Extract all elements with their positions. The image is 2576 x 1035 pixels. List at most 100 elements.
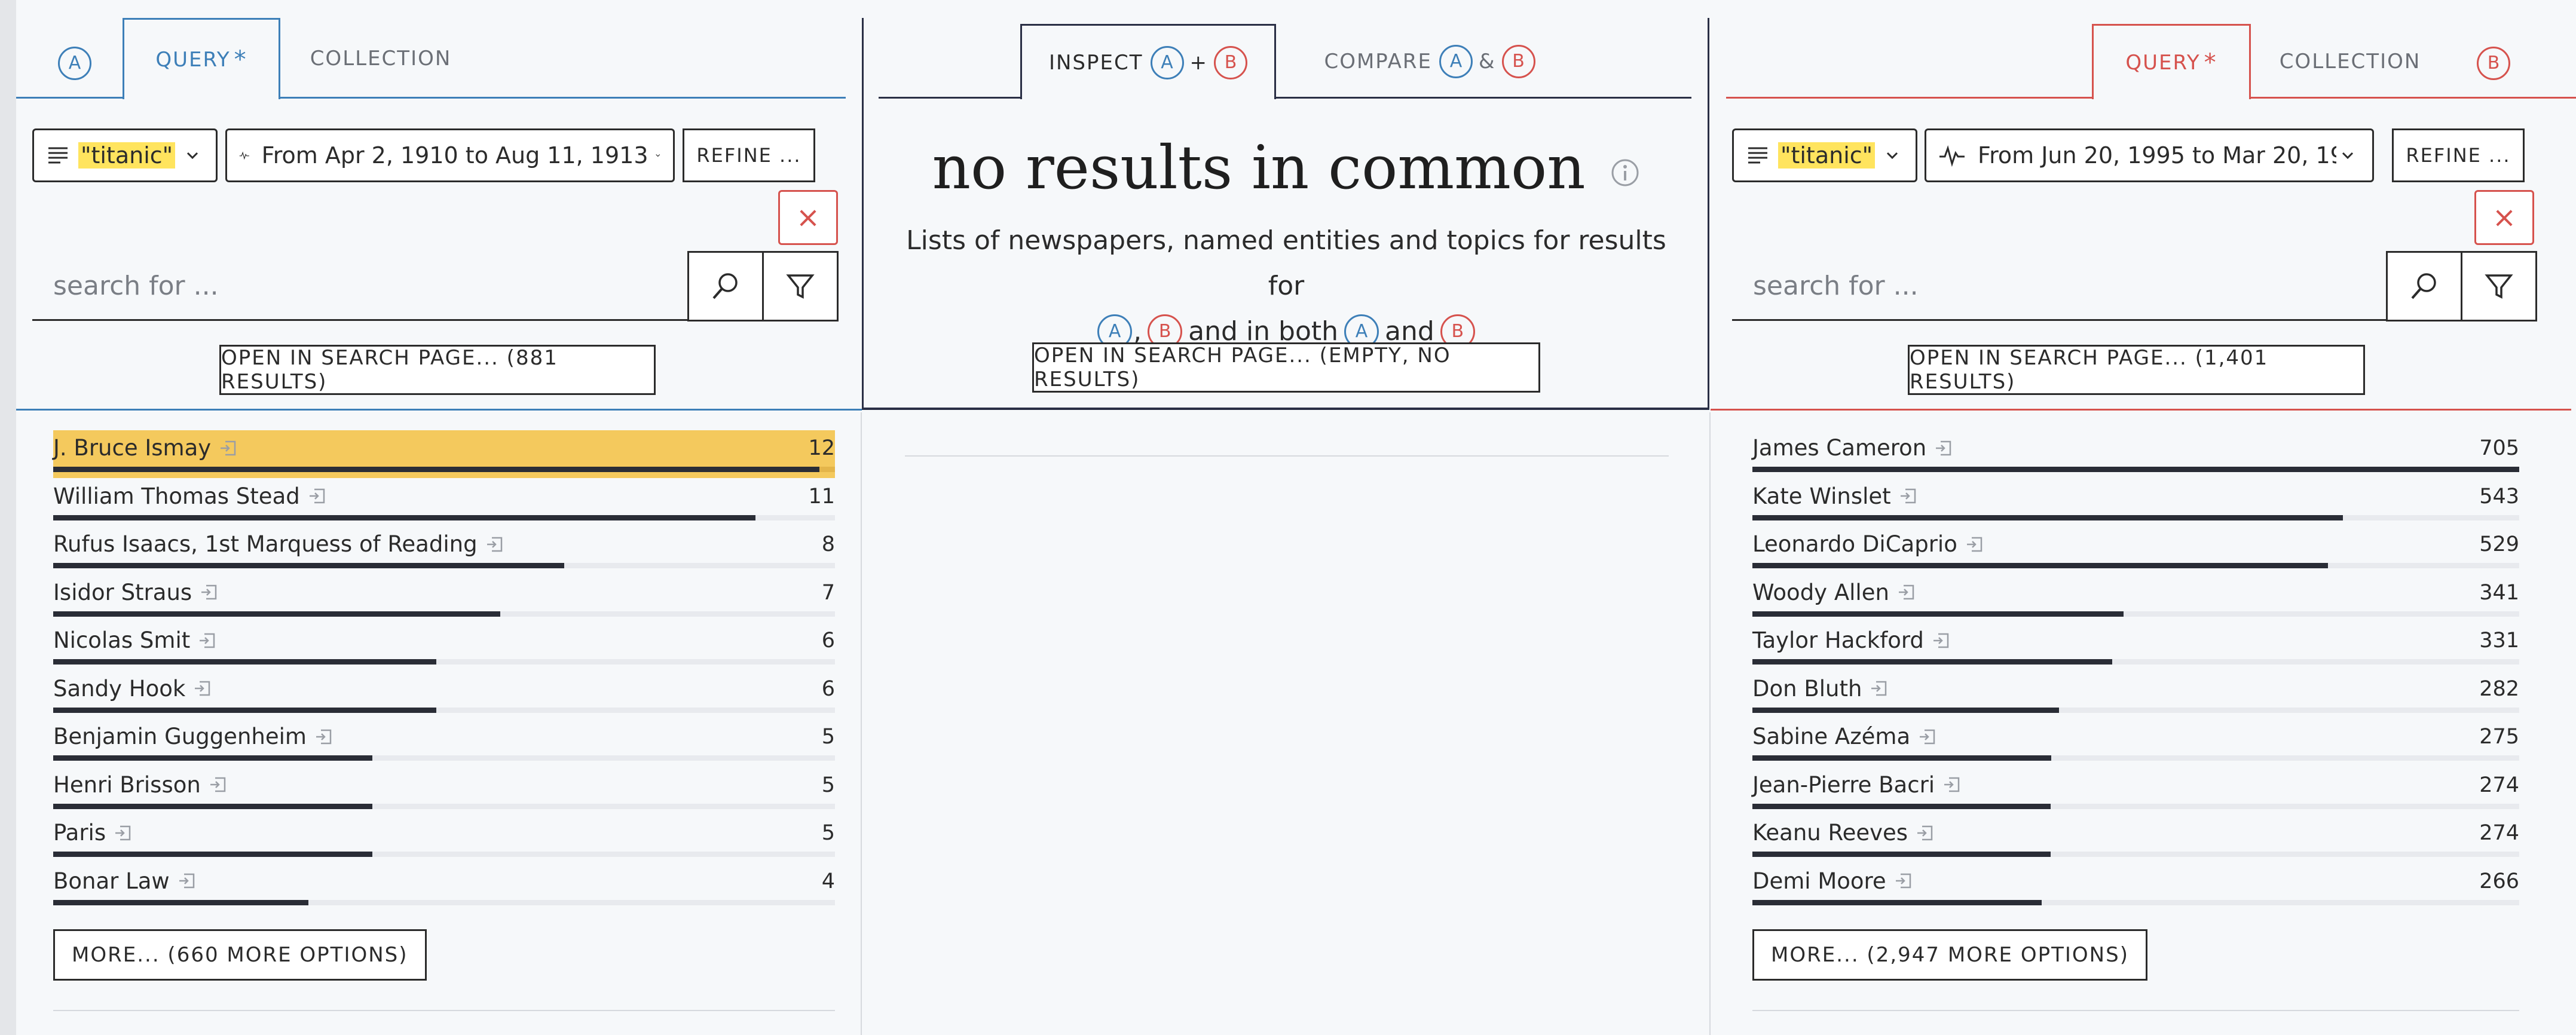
open-entity-icon[interactable] <box>199 582 219 602</box>
list-item-name: Woody Allen <box>1752 580 1917 605</box>
close-icon[interactable]: × <box>2474 190 2534 245</box>
open-entity-icon[interactable] <box>1933 438 1954 458</box>
open-search-button-b[interactable]: OPEN IN SEARCH PAGE... (1,401 RESULTS) <box>1908 345 2365 395</box>
list-item[interactable]: Woody Allen 341 <box>1752 575 2519 623</box>
list-item[interactable]: Isidor Straus 7 <box>53 575 835 623</box>
tab-query-a-label: QUERY <box>155 47 231 72</box>
date-range-dropdown-a[interactable]: From Apr 2, 1910 to Aug 11, 1913 <box>225 128 675 182</box>
panel-a-badge: A <box>58 47 91 80</box>
list-item-name: Taylor Hackford <box>1752 627 1951 653</box>
list-item[interactable]: Henri Brisson 5 <box>53 767 835 815</box>
open-entity-icon[interactable] <box>1917 727 1938 747</box>
query-term-dropdown-b[interactable]: "titanic" <box>1732 128 1917 182</box>
list-item[interactable]: Jean-Pierre Bacri 274 <box>1752 767 2519 815</box>
open-entity-icon[interactable] <box>1931 630 1951 651</box>
date-range-dropdown-b[interactable]: From Jun 20, 1995 to Mar 20, 1998 <box>1925 128 2374 182</box>
open-entity-icon[interactable] <box>177 871 197 891</box>
list-item-count: 282 <box>2479 676 2519 701</box>
query-term-a: "titanic" <box>78 142 176 169</box>
list-item-count: 12 <box>808 436 835 460</box>
tab-compare-a-badge: A <box>1439 45 1473 78</box>
list-item[interactable]: Sandy Hook 6 <box>53 671 835 719</box>
open-entity-icon[interactable] <box>1898 486 1919 506</box>
list-item[interactable]: Rufus Isaacs, 1st Marquess of Reading 8 <box>53 526 835 574</box>
pulse-icon <box>239 151 249 160</box>
list-item-bar <box>1752 755 2051 761</box>
list-item-bar <box>53 515 755 520</box>
tab-inspect[interactable]: INSPECT A + B <box>1020 24 1276 99</box>
panel-b-badge: B <box>2477 47 2510 80</box>
list-item-name: Sabine Azéma <box>1752 724 1938 749</box>
more-options-button-a[interactable]: MORE... (660 MORE OPTIONS) <box>53 929 427 981</box>
search-input-a[interactable] <box>32 270 705 301</box>
compare-description: Lists of newspapers, named entities and … <box>898 218 1675 354</box>
open-entity-icon[interactable] <box>314 727 334 747</box>
close-icon[interactable]: × <box>778 190 838 245</box>
list-item[interactable]: Bonar Law 4 <box>53 863 835 911</box>
list-item[interactable]: Nicolas Smit 6 <box>53 623 835 670</box>
list-item-name: Isidor Straus <box>53 580 219 605</box>
list-item[interactable]: Don Bluth 282 <box>1752 671 2519 719</box>
open-entity-icon[interactable] <box>192 678 213 699</box>
list-item[interactable]: James Cameron 705 <box>1752 430 2519 478</box>
open-entity-icon[interactable] <box>1893 871 1914 891</box>
list-item-count: 8 <box>821 532 835 556</box>
more-options-button-b[interactable]: MORE... (2,947 MORE OPTIONS) <box>1752 929 2147 981</box>
open-entity-icon[interactable] <box>1965 534 1985 555</box>
list-item-count: 274 <box>2479 773 2519 797</box>
open-entity-icon[interactable] <box>307 486 328 506</box>
open-entity-icon[interactable] <box>1915 823 1935 843</box>
list-item-count: 7 <box>821 580 835 605</box>
open-entity-icon[interactable] <box>197 630 218 651</box>
magnifier-icon <box>2411 273 2436 299</box>
tab-query-a[interactable]: QUERY * <box>123 18 280 99</box>
list-item[interactable]: William Thomas Stead 11 <box>53 479 835 526</box>
search-button-a[interactable] <box>687 251 764 321</box>
list-item-bar <box>53 755 372 761</box>
tab-inspect-b-badge: B <box>1214 45 1248 79</box>
list-item[interactable]: Keanu Reeves 274 <box>1752 815 2519 863</box>
list-item[interactable]: J. Bruce Ismay 12 <box>53 430 835 478</box>
search-button-b[interactable] <box>2386 251 2462 321</box>
tab-collection-b[interactable]: COLLECTION <box>2266 24 2434 99</box>
list-item[interactable]: Demi Moore 266 <box>1752 863 2519 911</box>
list-item[interactable]: Benjamin Guggenheim 5 <box>53 719 835 767</box>
open-search-button-common[interactable]: OPEN IN SEARCH PAGE... (EMPTY, NO RESULT… <box>1032 342 1540 393</box>
open-entity-icon[interactable] <box>1896 582 1917 602</box>
list-item-name: Nicolas Smit <box>53 627 218 653</box>
tab-collection-a[interactable]: COLLECTION <box>297 18 464 99</box>
info-icon[interactable] <box>1610 158 1640 188</box>
list-item-name: William Thomas Stead <box>53 483 328 509</box>
search-input-b[interactable] <box>1732 270 2406 301</box>
list-item[interactable]: Sabine Azéma 275 <box>1752 719 2519 767</box>
open-entity-icon[interactable] <box>208 774 228 795</box>
list-item[interactable]: Kate Winslet 543 <box>1752 479 2519 526</box>
list-item-label: Woody Allen <box>1752 579 1889 605</box>
panel-b-bottom-divider <box>1752 1010 2519 1011</box>
query-term-dropdown-a[interactable]: "titanic" <box>32 128 218 182</box>
open-entity-icon[interactable] <box>1942 774 1962 795</box>
list-item[interactable]: Taylor Hackford 331 <box>1752 623 2519 670</box>
open-search-button-a[interactable]: OPEN IN SEARCH PAGE... (881 RESULTS) <box>219 345 656 395</box>
list-item[interactable]: Paris 5 <box>53 815 835 863</box>
refine-button-a[interactable]: REFINE ... <box>683 128 815 182</box>
open-entity-icon[interactable] <box>1869 678 1889 699</box>
panel-compare: INSPECT A + B COMPARE A & B no results i… <box>862 0 1711 1035</box>
refine-button-b[interactable]: REFINE ... <box>2392 128 2525 182</box>
middle-left-border <box>862 18 864 409</box>
open-entity-icon[interactable] <box>218 438 238 458</box>
middle-tab-underline <box>879 97 1691 99</box>
list-item[interactable]: Leonardo DiCaprio 529 <box>1752 526 2519 574</box>
list-item-bar <box>1752 707 2059 713</box>
tab-query-b[interactable]: QUERY * <box>2092 24 2251 99</box>
panel-b: QUERY * COLLECTION B "titanic" From Jun 2… <box>1711 0 2576 1035</box>
tab-compare[interactable]: COMPARE A & B <box>1304 24 1555 99</box>
tab-compare-label: COMPARE <box>1324 50 1432 74</box>
open-entity-icon[interactable] <box>485 534 505 555</box>
filter-button-a[interactable] <box>762 251 839 321</box>
list-item-bar <box>1752 852 2051 857</box>
list-item-bar <box>53 467 819 472</box>
text-lines-icon <box>48 147 68 164</box>
filter-button-b[interactable] <box>2461 251 2537 321</box>
open-entity-icon[interactable] <box>113 823 133 843</box>
